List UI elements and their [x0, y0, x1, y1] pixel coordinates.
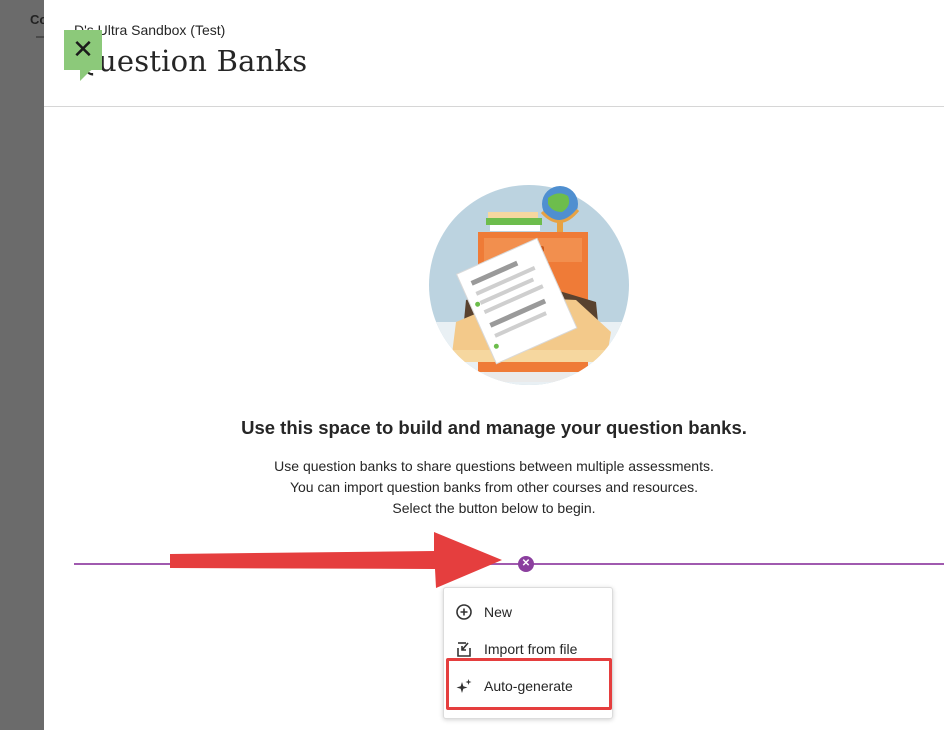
description-line: Select the button below to begin.	[392, 500, 596, 516]
empty-state-heading: Use this space to build and manage your …	[241, 417, 747, 438]
header-divider	[44, 106, 944, 107]
menu-item-label: New	[484, 604, 513, 620]
background-divider	[36, 36, 44, 38]
close-icon: ✕	[521, 558, 531, 569]
page-title: Question Banks	[74, 44, 308, 78]
question-bank-cabinet-illustration	[429, 185, 629, 385]
question-banks-panel: ✕ D's Ultra Sandbox (Test) Question Bank…	[44, 0, 944, 730]
annotation-arrow	[170, 532, 502, 588]
empty-state-description: Use question banks to share questions be…	[44, 456, 944, 519]
plus-circle-icon	[456, 604, 472, 620]
import-icon	[457, 642, 471, 657]
description-line: Use question banks to share questions be…	[274, 458, 714, 474]
course-name: D's Ultra Sandbox (Test)	[74, 22, 226, 38]
menu-item-new[interactable]: New	[444, 595, 612, 629]
description-line: You can import question banks from other…	[289, 479, 699, 495]
close-icon: ✕	[72, 35, 94, 65]
menu-item-label: Import from file	[484, 641, 578, 657]
close-add-menu-button[interactable]: ✕	[518, 556, 534, 572]
panel-header: D's Ultra Sandbox (Test) Question Banks	[74, 22, 307, 78]
background-course-page: Co	[0, 0, 44, 730]
annotation-highlight-box	[446, 658, 612, 710]
background-partial-text: Co	[30, 12, 44, 27]
close-panel-button[interactable]: ✕	[64, 30, 102, 81]
